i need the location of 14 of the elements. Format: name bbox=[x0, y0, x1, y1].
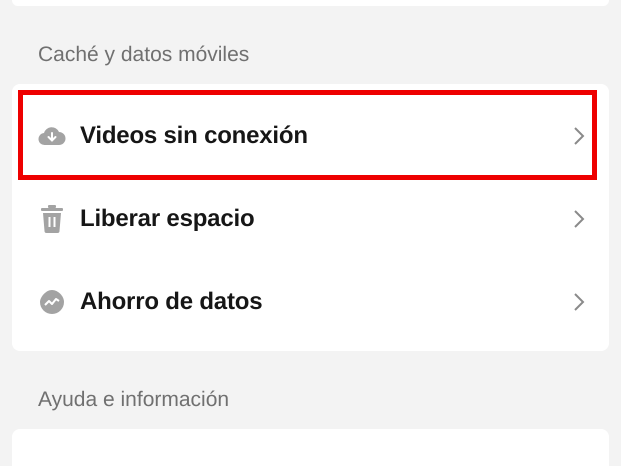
trash-icon bbox=[40, 204, 64, 232]
row-label: Videos sin conexión bbox=[80, 122, 309, 150]
chevron-right-icon bbox=[573, 126, 585, 146]
settings-row[interactable]: Liberar espacio bbox=[12, 177, 609, 260]
drop-icon bbox=[39, 288, 65, 314]
chevron-right-icon bbox=[573, 292, 585, 312]
settings-row[interactable]: Videos sin conexión bbox=[12, 94, 609, 177]
cloud-download-icon bbox=[38, 126, 66, 146]
section-header: Ayuda e información bbox=[38, 388, 230, 411]
row-label: Ahorro de datos bbox=[80, 288, 264, 316]
chevron-right-icon bbox=[573, 208, 585, 228]
settings-row[interactable]: Ahorro de datos bbox=[12, 260, 609, 343]
section-header: Caché y datos móviles bbox=[38, 43, 250, 66]
row-label: Liberar espacio bbox=[80, 204, 256, 232]
